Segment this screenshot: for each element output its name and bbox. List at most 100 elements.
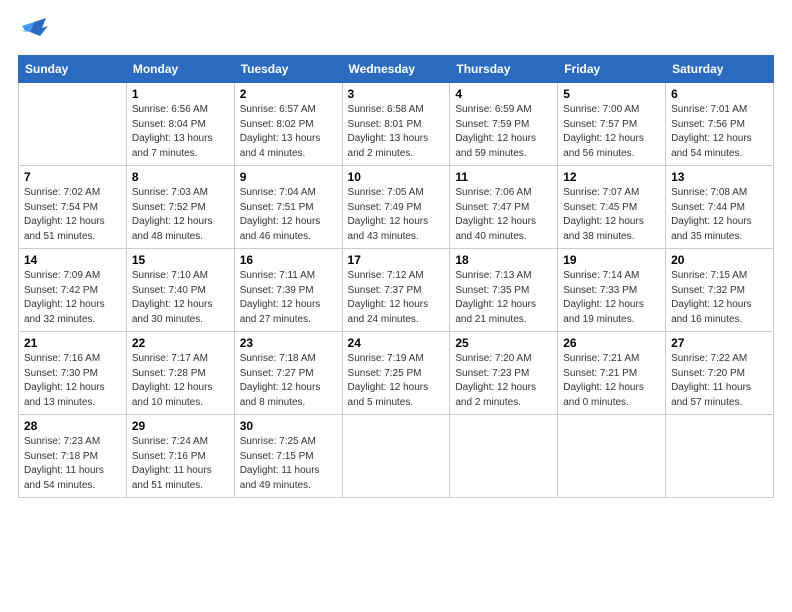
calendar-cell — [666, 415, 774, 498]
cell-info: Sunrise: 7:13 AMSunset: 7:35 PMDaylight:… — [455, 270, 536, 325]
day-number: 21 — [24, 336, 121, 350]
day-number: 24 — [348, 336, 445, 350]
calendar-cell: 1 Sunrise: 6:56 AMSunset: 8:04 PMDayligh… — [126, 83, 234, 166]
cell-info: Sunrise: 7:01 AMSunset: 7:56 PMDaylight:… — [671, 104, 752, 159]
logo — [18, 18, 48, 45]
day-number: 15 — [132, 253, 229, 267]
day-number: 1 — [132, 87, 229, 101]
cell-info: Sunrise: 6:57 AMSunset: 8:02 PMDaylight:… — [240, 104, 321, 159]
day-number: 27 — [671, 336, 768, 350]
calendar-cell: 22 Sunrise: 7:17 AMSunset: 7:28 PMDaylig… — [126, 332, 234, 415]
cell-info: Sunrise: 7:25 AMSunset: 7:15 PMDaylight:… — [240, 436, 320, 491]
day-number: 25 — [455, 336, 552, 350]
calendar-week-row: 7 Sunrise: 7:02 AMSunset: 7:54 PMDayligh… — [19, 166, 774, 249]
cell-info: Sunrise: 7:04 AMSunset: 7:51 PMDaylight:… — [240, 187, 321, 242]
calendar-cell: 13 Sunrise: 7:08 AMSunset: 7:44 PMDaylig… — [666, 166, 774, 249]
cell-info: Sunrise: 7:02 AMSunset: 7:54 PMDaylight:… — [24, 187, 105, 242]
calendar-cell: 19 Sunrise: 7:14 AMSunset: 7:33 PMDaylig… — [558, 249, 666, 332]
cell-info: Sunrise: 7:16 AMSunset: 7:30 PMDaylight:… — [24, 353, 105, 408]
calendar-cell: 30 Sunrise: 7:25 AMSunset: 7:15 PMDaylig… — [234, 415, 342, 498]
logo-bird-icon — [20, 18, 48, 45]
calendar-cell: 10 Sunrise: 7:05 AMSunset: 7:49 PMDaylig… — [342, 166, 450, 249]
calendar-cell: 2 Sunrise: 6:57 AMSunset: 8:02 PMDayligh… — [234, 83, 342, 166]
cell-info: Sunrise: 7:03 AMSunset: 7:52 PMDaylight:… — [132, 187, 213, 242]
calendar-cell: 21 Sunrise: 7:16 AMSunset: 7:30 PMDaylig… — [19, 332, 127, 415]
day-number: 10 — [348, 170, 445, 184]
header — [18, 18, 774, 45]
cell-info: Sunrise: 7:08 AMSunset: 7:44 PMDaylight:… — [671, 187, 752, 242]
calendar-cell: 27 Sunrise: 7:22 AMSunset: 7:20 PMDaylig… — [666, 332, 774, 415]
calendar-cell — [19, 83, 127, 166]
calendar-cell: 9 Sunrise: 7:04 AMSunset: 7:51 PMDayligh… — [234, 166, 342, 249]
day-number: 16 — [240, 253, 337, 267]
calendar-cell: 14 Sunrise: 7:09 AMSunset: 7:42 PMDaylig… — [19, 249, 127, 332]
cell-info: Sunrise: 7:24 AMSunset: 7:16 PMDaylight:… — [132, 436, 212, 491]
cell-info: Sunrise: 7:15 AMSunset: 7:32 PMDaylight:… — [671, 270, 752, 325]
cell-info: Sunrise: 6:56 AMSunset: 8:04 PMDaylight:… — [132, 104, 213, 159]
page: Sunday Monday Tuesday Wednesday Thursday… — [0, 0, 792, 612]
calendar-cell: 18 Sunrise: 7:13 AMSunset: 7:35 PMDaylig… — [450, 249, 558, 332]
calendar-cell: 24 Sunrise: 7:19 AMSunset: 7:25 PMDaylig… — [342, 332, 450, 415]
header-row: Sunday Monday Tuesday Wednesday Thursday… — [19, 56, 774, 83]
day-number: 23 — [240, 336, 337, 350]
col-saturday: Saturday — [666, 56, 774, 83]
cell-info: Sunrise: 7:20 AMSunset: 7:23 PMDaylight:… — [455, 353, 536, 408]
cell-info: Sunrise: 7:22 AMSunset: 7:20 PMDaylight:… — [671, 353, 751, 408]
calendar-week-row: 21 Sunrise: 7:16 AMSunset: 7:30 PMDaylig… — [19, 332, 774, 415]
cell-info: Sunrise: 7:23 AMSunset: 7:18 PMDaylight:… — [24, 436, 104, 491]
calendar-cell: 23 Sunrise: 7:18 AMSunset: 7:27 PMDaylig… — [234, 332, 342, 415]
day-number: 12 — [563, 170, 660, 184]
day-number: 9 — [240, 170, 337, 184]
day-number: 14 — [24, 253, 121, 267]
calendar-cell: 20 Sunrise: 7:15 AMSunset: 7:32 PMDaylig… — [666, 249, 774, 332]
calendar-week-row: 28 Sunrise: 7:23 AMSunset: 7:18 PMDaylig… — [19, 415, 774, 498]
day-number: 11 — [455, 170, 552, 184]
cell-info: Sunrise: 7:11 AMSunset: 7:39 PMDaylight:… — [240, 270, 321, 325]
calendar-cell: 29 Sunrise: 7:24 AMSunset: 7:16 PMDaylig… — [126, 415, 234, 498]
day-number: 28 — [24, 419, 121, 433]
calendar-cell: 11 Sunrise: 7:06 AMSunset: 7:47 PMDaylig… — [450, 166, 558, 249]
day-number: 18 — [455, 253, 552, 267]
calendar-cell: 7 Sunrise: 7:02 AMSunset: 7:54 PMDayligh… — [19, 166, 127, 249]
cell-info: Sunrise: 7:05 AMSunset: 7:49 PMDaylight:… — [348, 187, 429, 242]
calendar-cell: 26 Sunrise: 7:21 AMSunset: 7:21 PMDaylig… — [558, 332, 666, 415]
col-tuesday: Tuesday — [234, 56, 342, 83]
day-number: 2 — [240, 87, 337, 101]
calendar-cell: 5 Sunrise: 7:00 AMSunset: 7:57 PMDayligh… — [558, 83, 666, 166]
calendar-table: Sunday Monday Tuesday Wednesday Thursday… — [18, 55, 774, 498]
day-number: 17 — [348, 253, 445, 267]
day-number: 4 — [455, 87, 552, 101]
col-thursday: Thursday — [450, 56, 558, 83]
cell-info: Sunrise: 7:18 AMSunset: 7:27 PMDaylight:… — [240, 353, 321, 408]
calendar-cell: 28 Sunrise: 7:23 AMSunset: 7:18 PMDaylig… — [19, 415, 127, 498]
col-monday: Monday — [126, 56, 234, 83]
calendar-cell: 25 Sunrise: 7:20 AMSunset: 7:23 PMDaylig… — [450, 332, 558, 415]
cell-info: Sunrise: 6:58 AMSunset: 8:01 PMDaylight:… — [348, 104, 429, 159]
cell-info: Sunrise: 7:07 AMSunset: 7:45 PMDaylight:… — [563, 187, 644, 242]
cell-info: Sunrise: 7:14 AMSunset: 7:33 PMDaylight:… — [563, 270, 644, 325]
calendar-cell: 8 Sunrise: 7:03 AMSunset: 7:52 PMDayligh… — [126, 166, 234, 249]
day-number: 19 — [563, 253, 660, 267]
cell-info: Sunrise: 7:17 AMSunset: 7:28 PMDaylight:… — [132, 353, 213, 408]
col-sunday: Sunday — [19, 56, 127, 83]
cell-info: Sunrise: 7:12 AMSunset: 7:37 PMDaylight:… — [348, 270, 429, 325]
day-number: 3 — [348, 87, 445, 101]
day-number: 8 — [132, 170, 229, 184]
day-number: 5 — [563, 87, 660, 101]
cell-info: Sunrise: 7:06 AMSunset: 7:47 PMDaylight:… — [455, 187, 536, 242]
cell-info: Sunrise: 7:10 AMSunset: 7:40 PMDaylight:… — [132, 270, 213, 325]
calendar-cell: 16 Sunrise: 7:11 AMSunset: 7:39 PMDaylig… — [234, 249, 342, 332]
cell-info: Sunrise: 7:21 AMSunset: 7:21 PMDaylight:… — [563, 353, 644, 408]
col-wednesday: Wednesday — [342, 56, 450, 83]
day-number: 22 — [132, 336, 229, 350]
day-number: 26 — [563, 336, 660, 350]
calendar-week-row: 1 Sunrise: 6:56 AMSunset: 8:04 PMDayligh… — [19, 83, 774, 166]
day-number: 13 — [671, 170, 768, 184]
calendar-cell: 17 Sunrise: 7:12 AMSunset: 7:37 PMDaylig… — [342, 249, 450, 332]
day-number: 6 — [671, 87, 768, 101]
calendar-cell: 12 Sunrise: 7:07 AMSunset: 7:45 PMDaylig… — [558, 166, 666, 249]
cell-info: Sunrise: 7:00 AMSunset: 7:57 PMDaylight:… — [563, 104, 644, 159]
calendar-cell: 3 Sunrise: 6:58 AMSunset: 8:01 PMDayligh… — [342, 83, 450, 166]
cell-info: Sunrise: 7:09 AMSunset: 7:42 PMDaylight:… — [24, 270, 105, 325]
calendar-cell: 15 Sunrise: 7:10 AMSunset: 7:40 PMDaylig… — [126, 249, 234, 332]
